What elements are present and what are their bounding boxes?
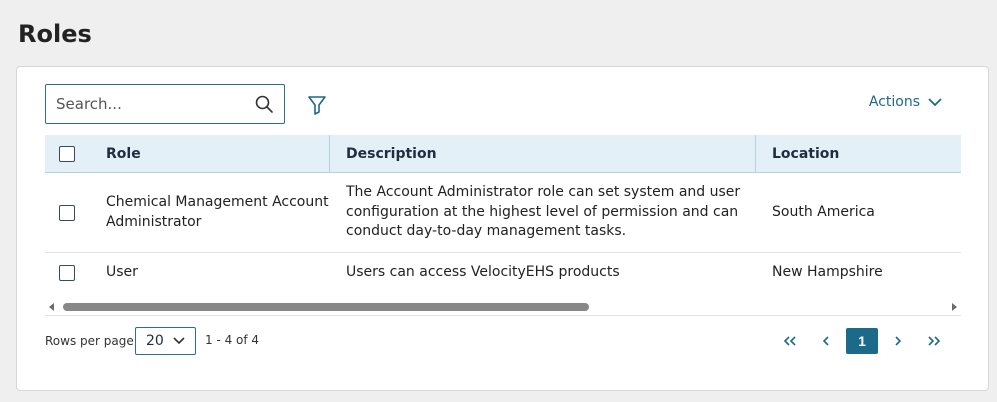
filter-icon[interactable] [306,94,328,116]
rows-per-page-value: 20 [146,333,164,349]
role-cell: Chemical Management Account Administrato… [106,194,329,230]
next-page-button[interactable] [880,328,916,354]
double-chevron-right-icon [928,336,941,346]
location-cell: South America [772,203,875,220]
description-cell: Users can access VelocityEHS products [346,264,620,281]
scroll-thumb[interactable] [63,303,589,311]
last-page-button[interactable] [916,328,952,354]
actions-dropdown[interactable]: Actions [869,94,942,110]
column-header-location[interactable]: Location [756,135,961,173]
chevron-down-icon [928,98,942,107]
table-row[interactable]: Chemical Management Account Administrato… [45,173,961,253]
roles-card: Actions Role Description Location Chemic… [16,66,989,391]
roles-table: Role Description Location Chemical Manag… [45,134,961,293]
search-input[interactable] [56,95,254,113]
location-cell: New Hampshire [772,264,883,281]
column-header-description[interactable]: Description [330,134,756,173]
select-all-cell [45,145,89,162]
previous-page-button[interactable] [808,328,844,354]
column-header-role[interactable]: Role [89,134,330,173]
chevron-left-icon [822,336,829,346]
scroll-left-arrow-icon[interactable] [49,303,54,311]
row-checkbox[interactable] [59,204,75,221]
rows-per-page-select[interactable]: 20 [135,327,196,355]
page-title: Roles [18,20,92,48]
pagination-range: 1 - 4 of 4 [205,333,260,347]
footer-divider [45,315,961,316]
search-box[interactable] [45,84,285,124]
first-page-button[interactable] [772,328,808,354]
rows-per-page-label: Rows per page [45,334,134,348]
row-check-cell [45,204,89,221]
chevron-right-icon [895,336,902,346]
pagination-controls: 1 [772,328,952,354]
actions-label: Actions [868,94,920,110]
row-check-cell [45,265,89,281]
row-checkbox[interactable] [59,265,75,281]
page-button-current[interactable]: 1 [846,328,878,354]
select-all-checkbox[interactable] [59,145,75,162]
scroll-right-arrow-icon[interactable] [952,303,957,311]
table-header: Role Description Location [45,134,961,173]
description-cell: The Account Administrator role can set s… [346,184,741,240]
role-cell: User [106,264,138,281]
search-icon[interactable] [254,94,274,114]
table-row[interactable]: User Users can access VelocityEHS produc… [45,253,961,293]
chevron-down-icon [173,337,185,345]
double-chevron-left-icon [783,336,796,346]
horizontal-scrollbar[interactable] [45,300,961,314]
